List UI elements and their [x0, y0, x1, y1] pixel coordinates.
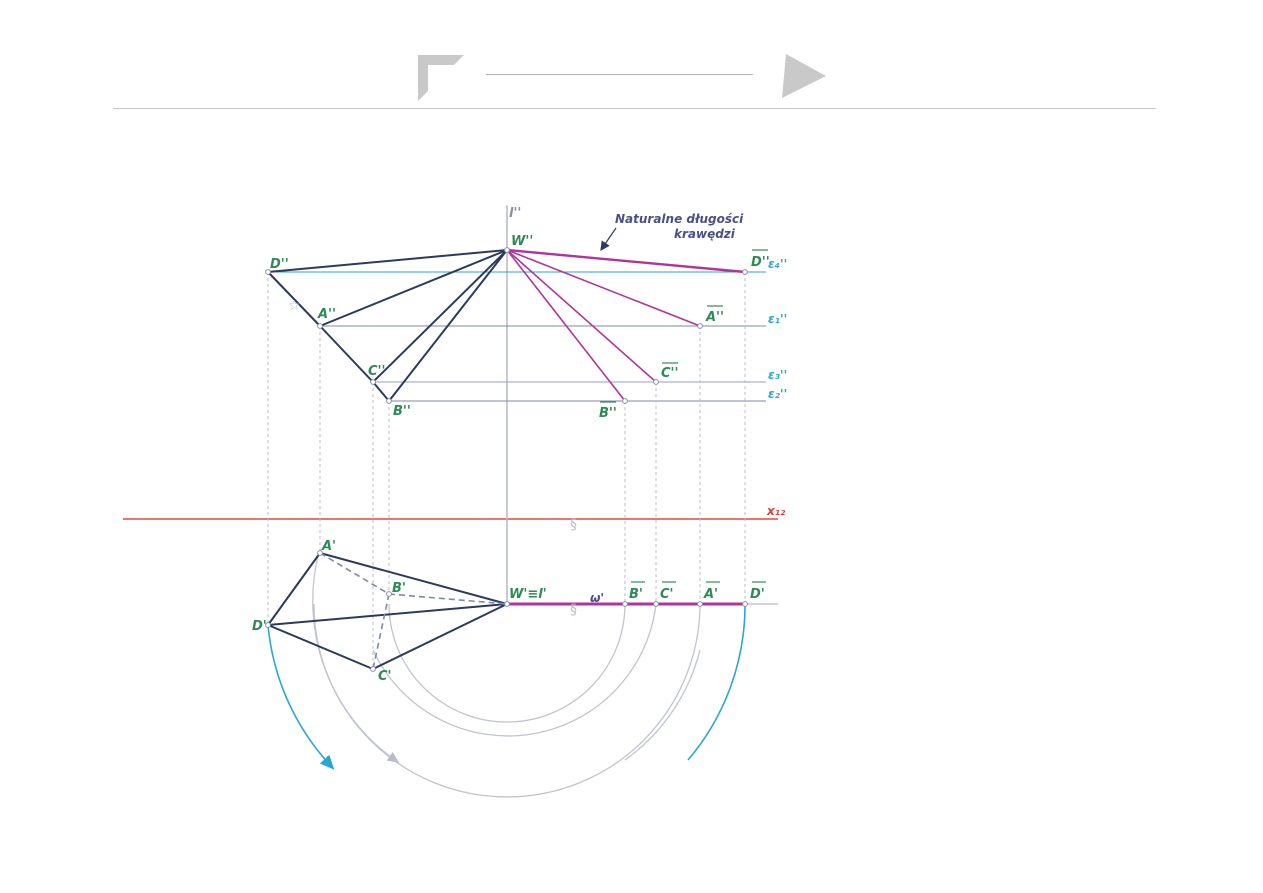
annotation-arrow — [600, 227, 617, 251]
label-C-top: C' — [378, 669, 392, 684]
label-D-top-true: D' — [750, 587, 765, 602]
label-A-top: A' — [321, 539, 336, 554]
label-l-front: l'' — [509, 206, 521, 221]
label-C-true: C'' — [661, 366, 679, 381]
label-D-true: D'' — [751, 255, 770, 270]
descriptive-geometry-diagram: § § ☆ Naturalne długości krawędzi l'' W'… — [123, 205, 787, 798]
rotation-arrow-right — [687, 603, 746, 761]
label-x12: x₁₂ — [766, 504, 786, 518]
label-eps1: ε₁'' — [768, 312, 787, 326]
label-B-true: B'' — [599, 406, 617, 421]
label-D-front: D'' — [270, 257, 289, 272]
label-B-front: B'' — [393, 404, 411, 419]
label-C-top-true: C' — [660, 587, 674, 602]
annotation-line2: krawędzi — [674, 227, 736, 241]
label-A-front: A'' — [317, 307, 336, 322]
label-eps3: ε₃'' — [768, 368, 787, 382]
label-eps2: ε₂'' — [768, 387, 787, 401]
label-eps4: ε₄'' — [768, 257, 787, 271]
label-B-top-true: B' — [629, 587, 643, 602]
label-W-top: W'≡l' — [509, 587, 547, 602]
label-A-true: A'' — [705, 310, 724, 325]
label-D-top: D' — [252, 619, 267, 634]
annotation-line1: Naturalne długości — [615, 212, 744, 226]
label-W-front: W'' — [511, 234, 533, 249]
break-mark-edge: ☆ — [288, 298, 301, 314]
pyramid-top-view — [267, 552, 508, 670]
label-C-front: C'' — [368, 364, 386, 379]
break-mark-base: § — [570, 602, 577, 618]
pyramid-top-view-hidden — [319, 552, 508, 670]
label-omega: ω' — [590, 591, 604, 605]
break-mark-x12: § — [570, 517, 577, 533]
label-B-top: B' — [392, 581, 406, 596]
label-A-top-true: A' — [703, 587, 718, 602]
